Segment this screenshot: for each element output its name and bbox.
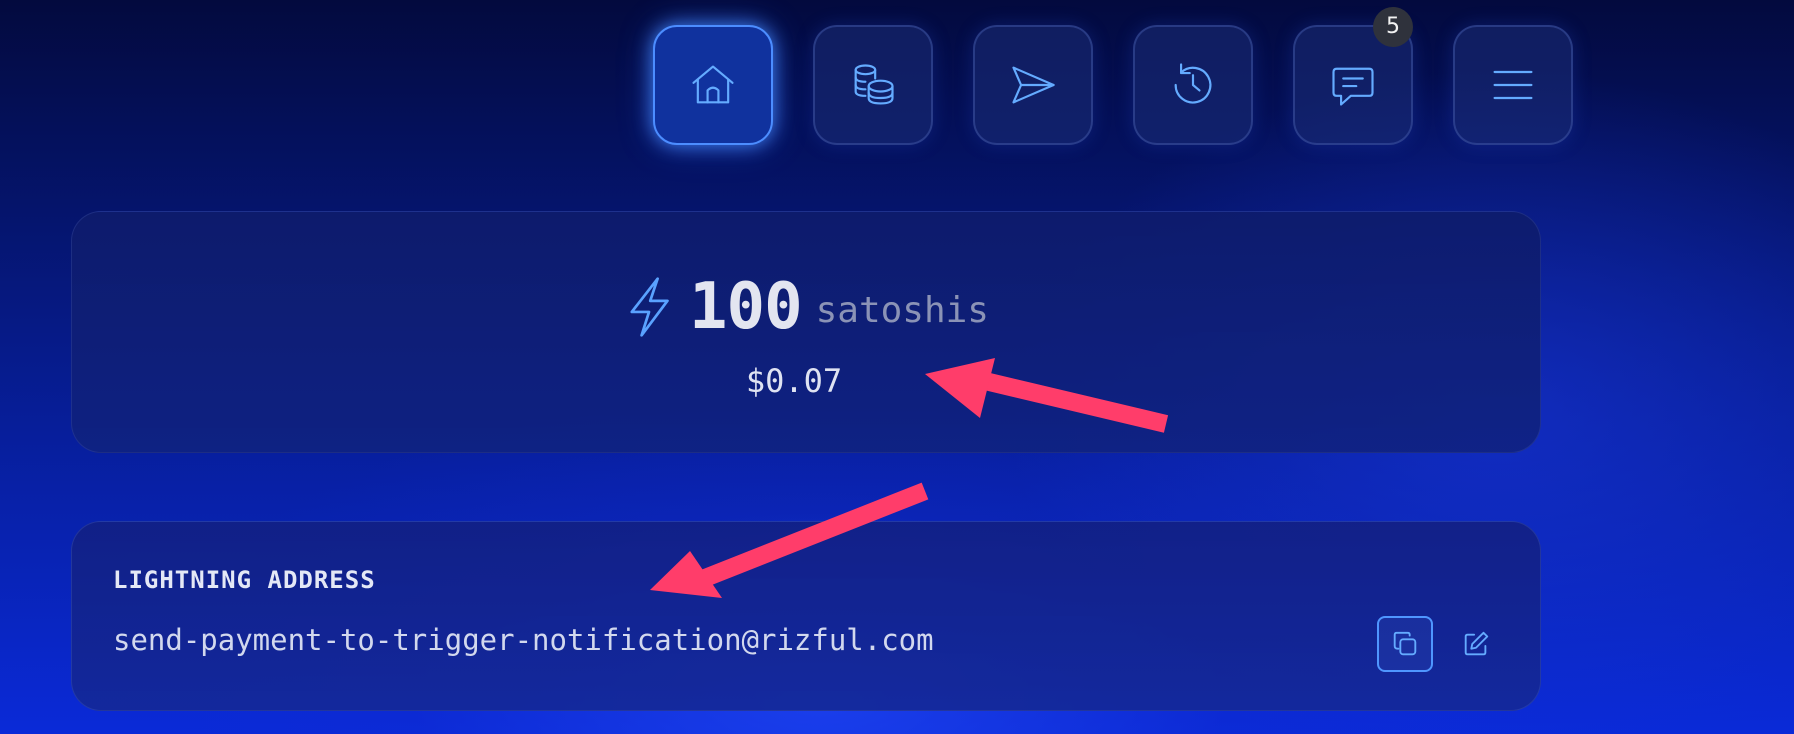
chat-icon	[1332, 67, 1374, 106]
nav-home-button[interactable]	[653, 25, 773, 145]
balance-card: 100 satoshis $0.07	[71, 211, 1541, 453]
copy-icon	[1393, 631, 1417, 656]
balance-unit: satoshis	[815, 289, 989, 331]
send-icon	[1012, 66, 1055, 104]
menu-icon	[1493, 70, 1533, 100]
balance-amount: 100	[689, 270, 803, 344]
home-icon	[692, 65, 734, 104]
notification-badge: 5	[1373, 7, 1413, 47]
top-nav: 5	[653, 7, 1573, 145]
history-icon	[1174, 63, 1212, 104]
lightning-address-card: LIGHTNING ADDRESS send-payment-to-trigge…	[71, 521, 1541, 711]
lightning-address-value: send-payment-to-trigger-notification@riz…	[113, 623, 934, 657]
edit-icon	[1464, 631, 1489, 656]
coins-icon	[854, 64, 894, 105]
balance-row: 100 satoshis	[72, 270, 1540, 344]
lightning-address-label: LIGHTNING ADDRESS	[113, 566, 376, 594]
nav-history-button[interactable]	[1133, 25, 1253, 145]
lightning-bolt-icon	[623, 275, 675, 339]
fiat-value: $0.07	[745, 362, 843, 400]
nav-send-button[interactable]	[973, 25, 1093, 145]
nav-coins-button[interactable]	[813, 25, 933, 145]
copy-address-button[interactable]	[1377, 616, 1433, 672]
nav-menu-button[interactable]	[1453, 25, 1573, 145]
nav-messages-button[interactable]: 5	[1293, 7, 1413, 145]
edit-address-button[interactable]	[1452, 620, 1500, 668]
